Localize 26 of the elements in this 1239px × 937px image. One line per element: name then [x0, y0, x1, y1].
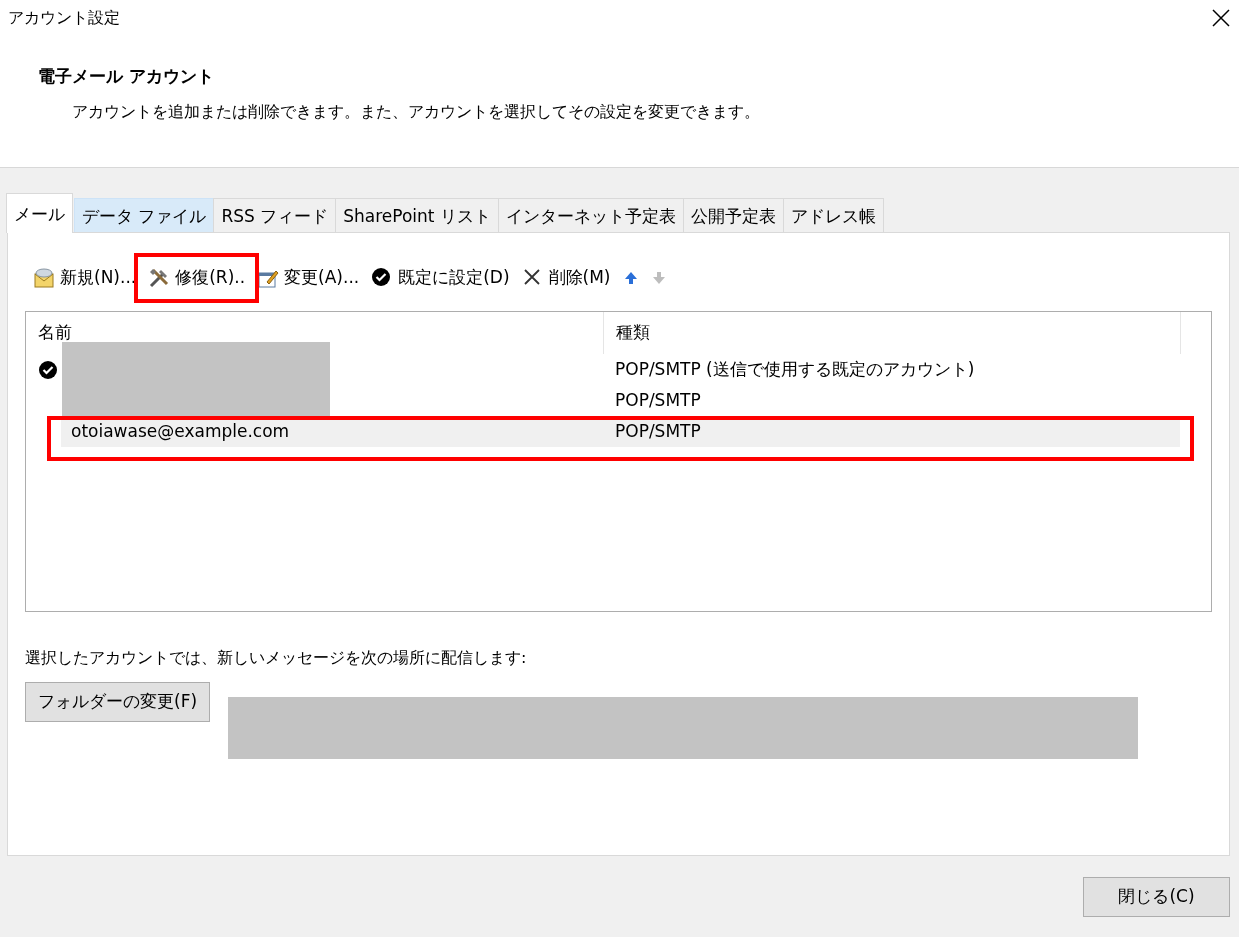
section-title: 電子メール アカウント [38, 65, 215, 88]
account-type: POP/SMTP [614, 388, 702, 412]
account-name: otoiawase@example.com [71, 419, 290, 443]
column-header[interactable]: 名前 [26, 320, 603, 346]
tools-icon [148, 267, 171, 289]
window-title: アカウント設定 [8, 7, 120, 29]
up-arrow-icon [622, 270, 639, 286]
account-type: POP/SMTP [614, 419, 702, 443]
column-header[interactable]: 種類 [603, 312, 1181, 354]
down-arrow-icon [650, 270, 667, 286]
tab[interactable]: メール [6, 193, 73, 233]
toolbar-button[interactable]: 既定に設定(D) [365, 263, 516, 293]
change-folder-button[interactable]: フォルダーの変更(F) [25, 682, 211, 722]
envelope-icon [33, 267, 55, 289]
delivery-label: 選択したアカウントでは、新しいメッセージを次の場所に配信します: [25, 647, 528, 669]
tab[interactable]: アドレス帳 [782, 198, 884, 232]
toolbar-button[interactable]: 新規(N)... [27, 263, 143, 293]
close-dialog-button[interactable]: 閉じる(C) [1083, 877, 1230, 917]
tab[interactable]: データ ファイル [74, 198, 215, 232]
tab[interactable]: RSS フィード [213, 198, 337, 232]
close-icon [1211, 8, 1231, 29]
toolbar-button[interactable]: 削除(M) [515, 263, 617, 293]
description-text: アカウントを追加または削除できます。また、アカウントを選択してその設定を変更できます。 [72, 100, 761, 123]
toolbar-button[interactable]: 変更(A)... [251, 263, 366, 293]
toolbar-button[interactable]: 修復(R).. [142, 263, 252, 293]
account-type: POP/SMTP (送信で使用する既定のアカウント) [614, 357, 976, 381]
